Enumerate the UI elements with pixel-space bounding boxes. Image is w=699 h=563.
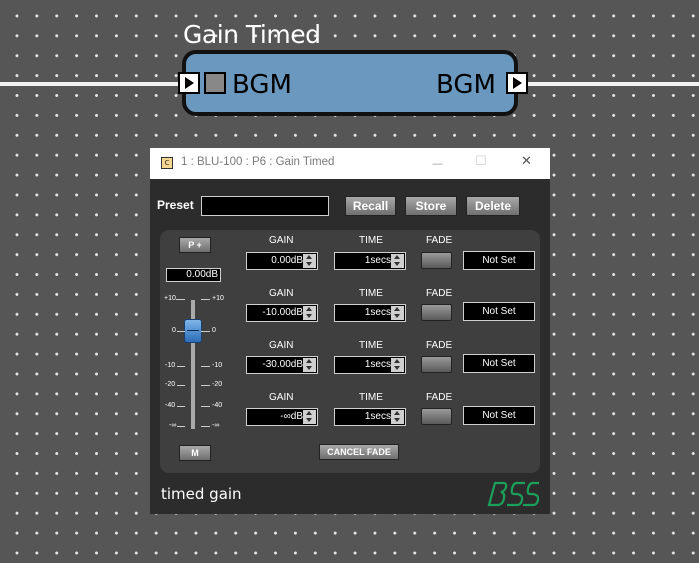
gain-readout: 0.00dB bbox=[166, 268, 221, 282]
window-title: 1 : BLU-100 : P6 : Gain Timed bbox=[181, 156, 335, 168]
spin-arrows-icon[interactable] bbox=[391, 358, 404, 372]
gain-header: GAIN bbox=[269, 340, 294, 351]
scale-tick bbox=[201, 426, 210, 427]
time-header: TIME bbox=[359, 392, 383, 403]
scale-label: -20 bbox=[212, 381, 223, 388]
scale-label: -40 bbox=[212, 402, 223, 409]
scale-label: -10 bbox=[165, 362, 176, 369]
time-header: TIME bbox=[359, 288, 383, 299]
scale-label: 0 bbox=[212, 327, 216, 334]
scale-label: -∞ bbox=[212, 422, 220, 429]
mute-indicator[interactable] bbox=[204, 72, 226, 94]
fade-header: FADE bbox=[426, 288, 453, 299]
app-icon: c bbox=[161, 157, 173, 169]
cancel-fade-button[interactable]: CANCEL FADE bbox=[319, 444, 399, 460]
delete-button[interactable]: Delete bbox=[466, 196, 520, 216]
spin-arrows-icon[interactable] bbox=[303, 358, 316, 372]
scale-tick bbox=[177, 385, 185, 386]
time-field[interactable]: 1secs bbox=[334, 356, 406, 374]
signal-wire-right bbox=[518, 82, 699, 86]
spin-arrows-icon[interactable] bbox=[303, 306, 316, 320]
gain-header: GAIN bbox=[269, 288, 294, 299]
fade-header: FADE bbox=[426, 392, 453, 403]
bss-logo bbox=[487, 481, 539, 507]
fade-button[interactable] bbox=[421, 408, 452, 425]
preset-plus-button[interactable]: P + bbox=[179, 237, 211, 253]
spin-arrows-icon[interactable] bbox=[391, 306, 404, 320]
fader-thumb[interactable] bbox=[184, 319, 202, 343]
scale-tick bbox=[201, 366, 210, 367]
scale-tick bbox=[177, 426, 185, 427]
signal-wire-left bbox=[0, 82, 182, 86]
gain-field[interactable]: 0.00dB bbox=[246, 252, 318, 270]
scale-label: +10 bbox=[164, 295, 176, 302]
gain-value: -∞dB bbox=[280, 411, 303, 422]
gain-header: GAIN bbox=[269, 392, 294, 403]
control-window: c 1 : BLU-100 : P6 : Gain Timed — ☐ ✕ Pr… bbox=[150, 148, 550, 514]
time-value: 1secs bbox=[364, 411, 391, 422]
gain-value: -30.00dB bbox=[262, 359, 303, 370]
fade-button[interactable] bbox=[421, 304, 452, 321]
input-port-arrow-icon bbox=[184, 77, 194, 89]
gain-timed-block[interactable]: BGM BGM bbox=[178, 50, 528, 116]
spin-arrows-icon[interactable] bbox=[303, 410, 316, 424]
gain-header: GAIN bbox=[269, 235, 294, 246]
scale-label: -∞ bbox=[169, 422, 177, 429]
scale-tick bbox=[177, 366, 185, 367]
time-field[interactable]: 1secs bbox=[334, 304, 406, 322]
mute-button[interactable]: M bbox=[179, 445, 211, 461]
gain-field[interactable]: -10.00dB bbox=[246, 304, 318, 322]
time-field[interactable]: 1secs bbox=[334, 408, 406, 426]
input-port[interactable] bbox=[178, 72, 200, 94]
maximize-button[interactable]: ☐ bbox=[475, 154, 487, 169]
title-bar[interactable]: c 1 : BLU-100 : P6 : Gain Timed — ☐ ✕ bbox=[150, 148, 550, 179]
scale-label: -10 bbox=[212, 362, 223, 369]
close-button[interactable]: ✕ bbox=[521, 154, 532, 169]
fade-header: FADE bbox=[426, 340, 453, 351]
spin-arrows-icon[interactable] bbox=[303, 254, 316, 268]
time-header: TIME bbox=[359, 340, 383, 351]
scale-tick bbox=[201, 385, 210, 386]
time-value: 1secs bbox=[364, 255, 391, 266]
scale-tick bbox=[177, 406, 185, 407]
time-value: 1secs bbox=[364, 359, 391, 370]
scale-tick bbox=[176, 299, 185, 300]
output-port[interactable] bbox=[506, 72, 528, 94]
output-label: BGM bbox=[436, 70, 496, 100]
scale-tick bbox=[201, 331, 210, 332]
gain-value: 0.00dB bbox=[271, 255, 303, 266]
footer-label: timed gain bbox=[161, 485, 242, 503]
preset-label: Preset bbox=[157, 198, 194, 212]
preset-input[interactable] bbox=[201, 196, 329, 216]
time-field[interactable]: 1secs bbox=[334, 252, 406, 270]
scale-label: +10 bbox=[212, 295, 224, 302]
recall-button[interactable]: Recall bbox=[345, 196, 396, 216]
gain-field[interactable]: -∞dB bbox=[246, 408, 318, 426]
time-value: 1secs bbox=[364, 307, 391, 318]
time-header: TIME bbox=[359, 235, 383, 246]
minimize-button[interactable]: — bbox=[432, 157, 443, 170]
scale-label: -40 bbox=[165, 402, 176, 409]
status-display: Not Set bbox=[463, 354, 535, 373]
fade-button[interactable] bbox=[421, 356, 452, 373]
fade-button[interactable] bbox=[421, 252, 452, 269]
status-display: Not Set bbox=[463, 302, 535, 321]
spin-arrows-icon[interactable] bbox=[391, 410, 404, 424]
scale-tick bbox=[201, 299, 210, 300]
spin-arrows-icon[interactable] bbox=[391, 254, 404, 268]
scale-label: -20 bbox=[165, 381, 176, 388]
gain-field[interactable]: -30.00dB bbox=[246, 356, 318, 374]
input-label: BGM bbox=[232, 70, 292, 100]
status-display: Not Set bbox=[463, 251, 535, 270]
block-title: Gain Timed bbox=[183, 20, 321, 49]
gain-value: -10.00dB bbox=[262, 307, 303, 318]
output-port-arrow-icon bbox=[512, 77, 522, 89]
scale-tick bbox=[201, 406, 210, 407]
store-button[interactable]: Store bbox=[405, 196, 457, 216]
fade-header: FADE bbox=[426, 235, 453, 246]
scale-label: 0 bbox=[172, 327, 176, 334]
status-display: Not Set bbox=[463, 406, 535, 425]
scale-tick bbox=[177, 331, 185, 332]
